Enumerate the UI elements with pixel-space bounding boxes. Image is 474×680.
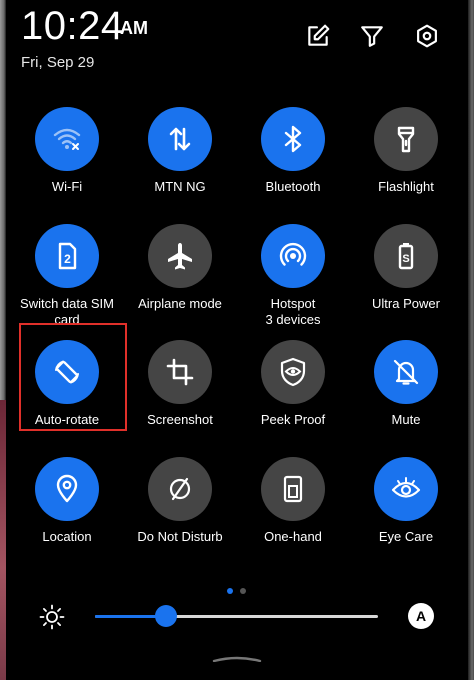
svg-text:2: 2 <box>64 252 71 266</box>
tile-label: Eye Care <box>378 529 434 544</box>
tile-label: Switch data SIM <box>20 296 114 311</box>
tile-label: Bluetooth <box>265 179 321 194</box>
dnd-toggle[interactable] <box>148 457 212 521</box>
page-indicator[interactable] <box>240 588 246 594</box>
mobile-data-icon <box>169 127 191 151</box>
tile-one-hand[interactable]: One-hand <box>237 457 349 567</box>
tile-flashlight[interactable]: Flashlight <box>350 107 462 217</box>
tile-bluetooth[interactable]: Bluetooth <box>237 107 349 217</box>
tile-label: Ultra Power <box>372 296 440 311</box>
one-hand-icon <box>283 475 303 503</box>
highlight-box <box>19 323 127 431</box>
eye-care-toggle[interactable] <box>374 457 438 521</box>
tile-screenshot[interactable]: Screenshot <box>124 340 236 450</box>
crop-icon <box>166 358 194 386</box>
do-not-disturb-icon <box>169 477 191 501</box>
eye-shield-icon <box>280 357 306 387</box>
tile-label: Airplane mode <box>138 296 222 311</box>
tile-peek-proof[interactable]: Peek Proof <box>237 340 349 450</box>
wifi-toggle[interactable] <box>35 107 99 171</box>
brightness-slider-thumb[interactable] <box>154 605 177 627</box>
drag-handle[interactable] <box>212 656 262 662</box>
bluetooth-toggle[interactable] <box>261 107 325 171</box>
wifi-icon <box>53 128 81 150</box>
bell-off-icon <box>393 359 419 385</box>
location-pin-icon <box>56 474 78 503</box>
tile-sublabel: 3 devices <box>265 312 321 327</box>
flashlight-icon <box>397 126 415 153</box>
tile-label: Wi-Fi <box>51 179 83 194</box>
one-hand-toggle[interactable] <box>261 457 325 521</box>
brightness-icon <box>39 604 65 630</box>
location-toggle[interactable] <box>35 457 99 521</box>
tile-airplane[interactable]: Airplane mode <box>124 224 236 334</box>
tile-ultra-power[interactable]: S Ultra Power <box>350 224 462 334</box>
tile-label: Flashlight <box>378 179 434 194</box>
date-label: Fri, Sep 29 <box>21 54 95 71</box>
tile-label: Do Not Disturb <box>137 529 223 544</box>
tile-label: Location <box>42 529 92 544</box>
airplane-icon <box>168 243 192 270</box>
tile-mtn[interactable]: MTN NG <box>124 107 236 217</box>
battery-saver-icon: S <box>398 243 414 270</box>
mute-toggle[interactable] <box>374 340 438 404</box>
auto-brightness-button[interactable]: A <box>408 603 434 629</box>
tile-wifi[interactable]: Wi-Fi <box>11 107 123 217</box>
bluetooth-icon <box>284 125 302 153</box>
edit-icon[interactable] <box>304 22 332 50</box>
tile-label: One-hand <box>264 529 322 544</box>
clock-time: 10:24 <box>21 4 124 48</box>
peek-proof-toggle[interactable] <box>261 340 325 404</box>
sim-card-icon: 2 <box>58 242 77 270</box>
settings-icon[interactable] <box>413 22 441 50</box>
tile-dnd[interactable]: Do Not Disturb <box>124 457 236 567</box>
tile-switch-sim[interactable]: 2 Switch data SIM card <box>11 224 123 334</box>
filter-icon[interactable] <box>358 22 386 50</box>
eye-icon <box>391 477 421 498</box>
tile-eye-care[interactable]: Eye Care <box>350 457 462 567</box>
tile-label: Mute <box>391 412 421 427</box>
svg-text:S: S <box>402 253 409 265</box>
brightness-slider[interactable] <box>95 605 378 627</box>
tile-label: Screenshot <box>147 412 213 427</box>
screenshot-toggle[interactable] <box>148 340 212 404</box>
hotspot-toggle[interactable] <box>261 224 325 288</box>
tile-label: Peek Proof <box>260 412 326 427</box>
clock-ampm: AM <box>120 18 148 38</box>
page-indicator-active[interactable] <box>227 588 233 594</box>
switch-sim-toggle[interactable]: 2 <box>35 224 99 288</box>
tile-label: Hotspot <box>270 296 316 311</box>
airplane-toggle[interactable] <box>148 224 212 288</box>
tile-hotspot[interactable]: Hotspot 3 devices <box>237 224 349 334</box>
tile-mute[interactable]: Mute <box>350 340 462 450</box>
mobile-data-toggle[interactable] <box>148 107 212 171</box>
hotspot-icon <box>279 242 307 266</box>
tile-location[interactable]: Location <box>11 457 123 567</box>
flashlight-toggle[interactable] <box>374 107 438 171</box>
tile-label: MTN NG <box>154 179 206 194</box>
ultra-power-toggle[interactable]: S <box>374 224 438 288</box>
